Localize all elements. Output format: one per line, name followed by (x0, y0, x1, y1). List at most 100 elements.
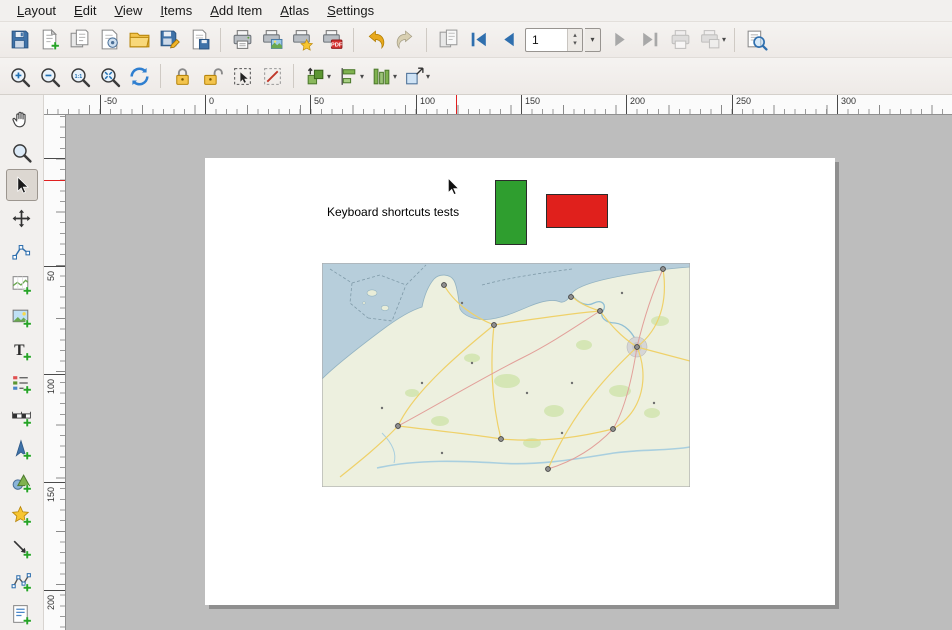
layout-manager-button[interactable] (94, 25, 124, 55)
raise-items-icon (304, 65, 327, 88)
move-item-content-tool-button[interactable] (6, 202, 38, 234)
nav-last-icon (639, 28, 662, 51)
add-scalebar-tool-button[interactable] (6, 400, 38, 432)
toolbar-separator (353, 28, 354, 52)
atlas-settings-button[interactable] (741, 25, 771, 55)
atlas-first-button[interactable] (463, 25, 493, 55)
atlas-page-spinbox[interactable]: 1 ▴▾ (525, 28, 583, 52)
menu-edit[interactable]: Edit (65, 1, 105, 21)
pan-icon (10, 108, 33, 131)
add-label-tool-button[interactable]: T (6, 334, 38, 366)
menu-settings[interactable]: Settings (318, 1, 383, 21)
add-shape-tool-button[interactable] (6, 466, 38, 498)
zoom-actual-icon: 1:1 (68, 65, 91, 88)
add-node-item-tool-button[interactable] (6, 565, 38, 597)
save-as-icon (158, 28, 181, 51)
map-item[interactable] (322, 263, 690, 487)
undo-icon (364, 28, 387, 51)
ruler-cursor-marker-x (456, 95, 457, 114)
add-marker-tool-button[interactable] (6, 499, 38, 531)
spin-up-icon[interactable]: ▴ (568, 32, 582, 40)
page[interactable]: Keyboard shortcuts tests (205, 158, 835, 605)
move-content-icon (10, 207, 33, 230)
print-button[interactable] (227, 25, 257, 55)
add-picture-tool-button[interactable] (6, 301, 38, 333)
add-html-tool-button[interactable] (6, 598, 38, 630)
save-button[interactable] (4, 25, 34, 55)
save-as-template-button[interactable] (184, 25, 214, 55)
atlas-last-button[interactable] (635, 25, 665, 55)
atlas-preview-button[interactable] (433, 25, 463, 55)
menu-add-item[interactable]: Add Item (201, 1, 271, 21)
ruler-label: 150 (46, 487, 56, 502)
export-pdf-button[interactable]: PDF (317, 25, 347, 55)
atlas-page-dropdown-button[interactable]: ▾ (585, 28, 601, 52)
open-folder-icon (128, 28, 151, 51)
zoom-actual-button[interactable]: 1:1 (64, 61, 94, 91)
new-layout-button[interactable] (34, 25, 64, 55)
export-atlas-dropdown-caret[interactable]: ▾ (722, 35, 726, 44)
menu-bar: Layout Edit View Items Add Item Atlas Se… (0, 0, 952, 22)
nav-next-icon (609, 28, 632, 51)
distribute-items-dropdown-caret[interactable]: ▾ (393, 72, 397, 81)
select-all-button[interactable] (227, 61, 257, 91)
redo-button[interactable] (390, 25, 420, 55)
ruler-label: 200 (630, 96, 645, 106)
zoom-in-button[interactable] (4, 61, 34, 91)
ruler-label: 50 (314, 96, 324, 106)
undo-button[interactable] (360, 25, 390, 55)
distribute-items-button[interactable] (366, 61, 396, 91)
raise-items-dropdown-caret[interactable]: ▾ (327, 72, 331, 81)
print-atlas-button[interactable] (665, 25, 695, 55)
atlas-preview-icon (437, 28, 460, 51)
atlas-next-button[interactable] (605, 25, 635, 55)
align-items-dropdown-caret[interactable]: ▾ (360, 72, 364, 81)
toolbar-separator (220, 28, 221, 52)
green-rectangle-item[interactable] (495, 180, 527, 245)
red-rectangle-item[interactable] (546, 194, 608, 228)
spin-down-icon[interactable]: ▾ (568, 40, 582, 48)
zoom-out-button[interactable] (34, 61, 64, 91)
save-as-button[interactable] (154, 25, 184, 55)
add-arrow-tool-button[interactable] (6, 532, 38, 564)
resize-items-dropdown-caret[interactable]: ▾ (426, 72, 430, 81)
deselect-all-button[interactable] (257, 61, 287, 91)
select-move-item-tool-button[interactable] (6, 169, 38, 201)
menu-layout[interactable]: Layout (8, 1, 65, 21)
raise-items-button[interactable] (300, 61, 330, 91)
export-atlas-button[interactable] (695, 25, 725, 55)
refresh-button[interactable] (124, 61, 154, 91)
atlas-page-value[interactable]: 1 (526, 29, 567, 51)
duplicate-layout-button[interactable] (64, 25, 94, 55)
add-legend-tool-button[interactable] (6, 367, 38, 399)
zoom-full-button[interactable] (94, 61, 124, 91)
spinner-arrows[interactable]: ▴▾ (567, 29, 582, 51)
atlas-prev-button[interactable] (493, 25, 523, 55)
zoom-tool-button[interactable] (6, 136, 38, 168)
ruler-cursor-marker-y (44, 180, 65, 181)
lock-items-button[interactable] (167, 61, 197, 91)
unlock-all-button[interactable] (197, 61, 227, 91)
menu-view[interactable]: View (105, 1, 151, 21)
resize-items-icon (403, 65, 426, 88)
add-map-tool-button[interactable] (6, 268, 38, 300)
edit-nodes-item-tool-button[interactable] (6, 235, 38, 267)
svg-text:PDF: PDF (330, 42, 342, 48)
export-pdf-icon: PDF (321, 28, 344, 51)
toolbar-separator (160, 64, 161, 88)
toolbar-separator (426, 28, 427, 52)
menu-atlas[interactable]: Atlas (271, 1, 318, 21)
pan-tool-button[interactable] (6, 103, 38, 135)
layout-canvas[interactable]: Keyboard shortcuts tests (66, 115, 952, 630)
label-item[interactable]: Keyboard shortcuts tests (327, 205, 459, 219)
export-svg-button[interactable] (287, 25, 317, 55)
zoom-in-icon (8, 65, 31, 88)
ruler-label: 100 (420, 96, 435, 106)
export-image-button[interactable] (257, 25, 287, 55)
ruler-label: 100 (46, 379, 56, 394)
align-items-button[interactable] (333, 61, 363, 91)
open-layout-button[interactable] (124, 25, 154, 55)
menu-items[interactable]: Items (151, 1, 201, 21)
add-north-arrow-tool-button[interactable] (6, 433, 38, 465)
resize-items-button[interactable] (399, 61, 429, 91)
